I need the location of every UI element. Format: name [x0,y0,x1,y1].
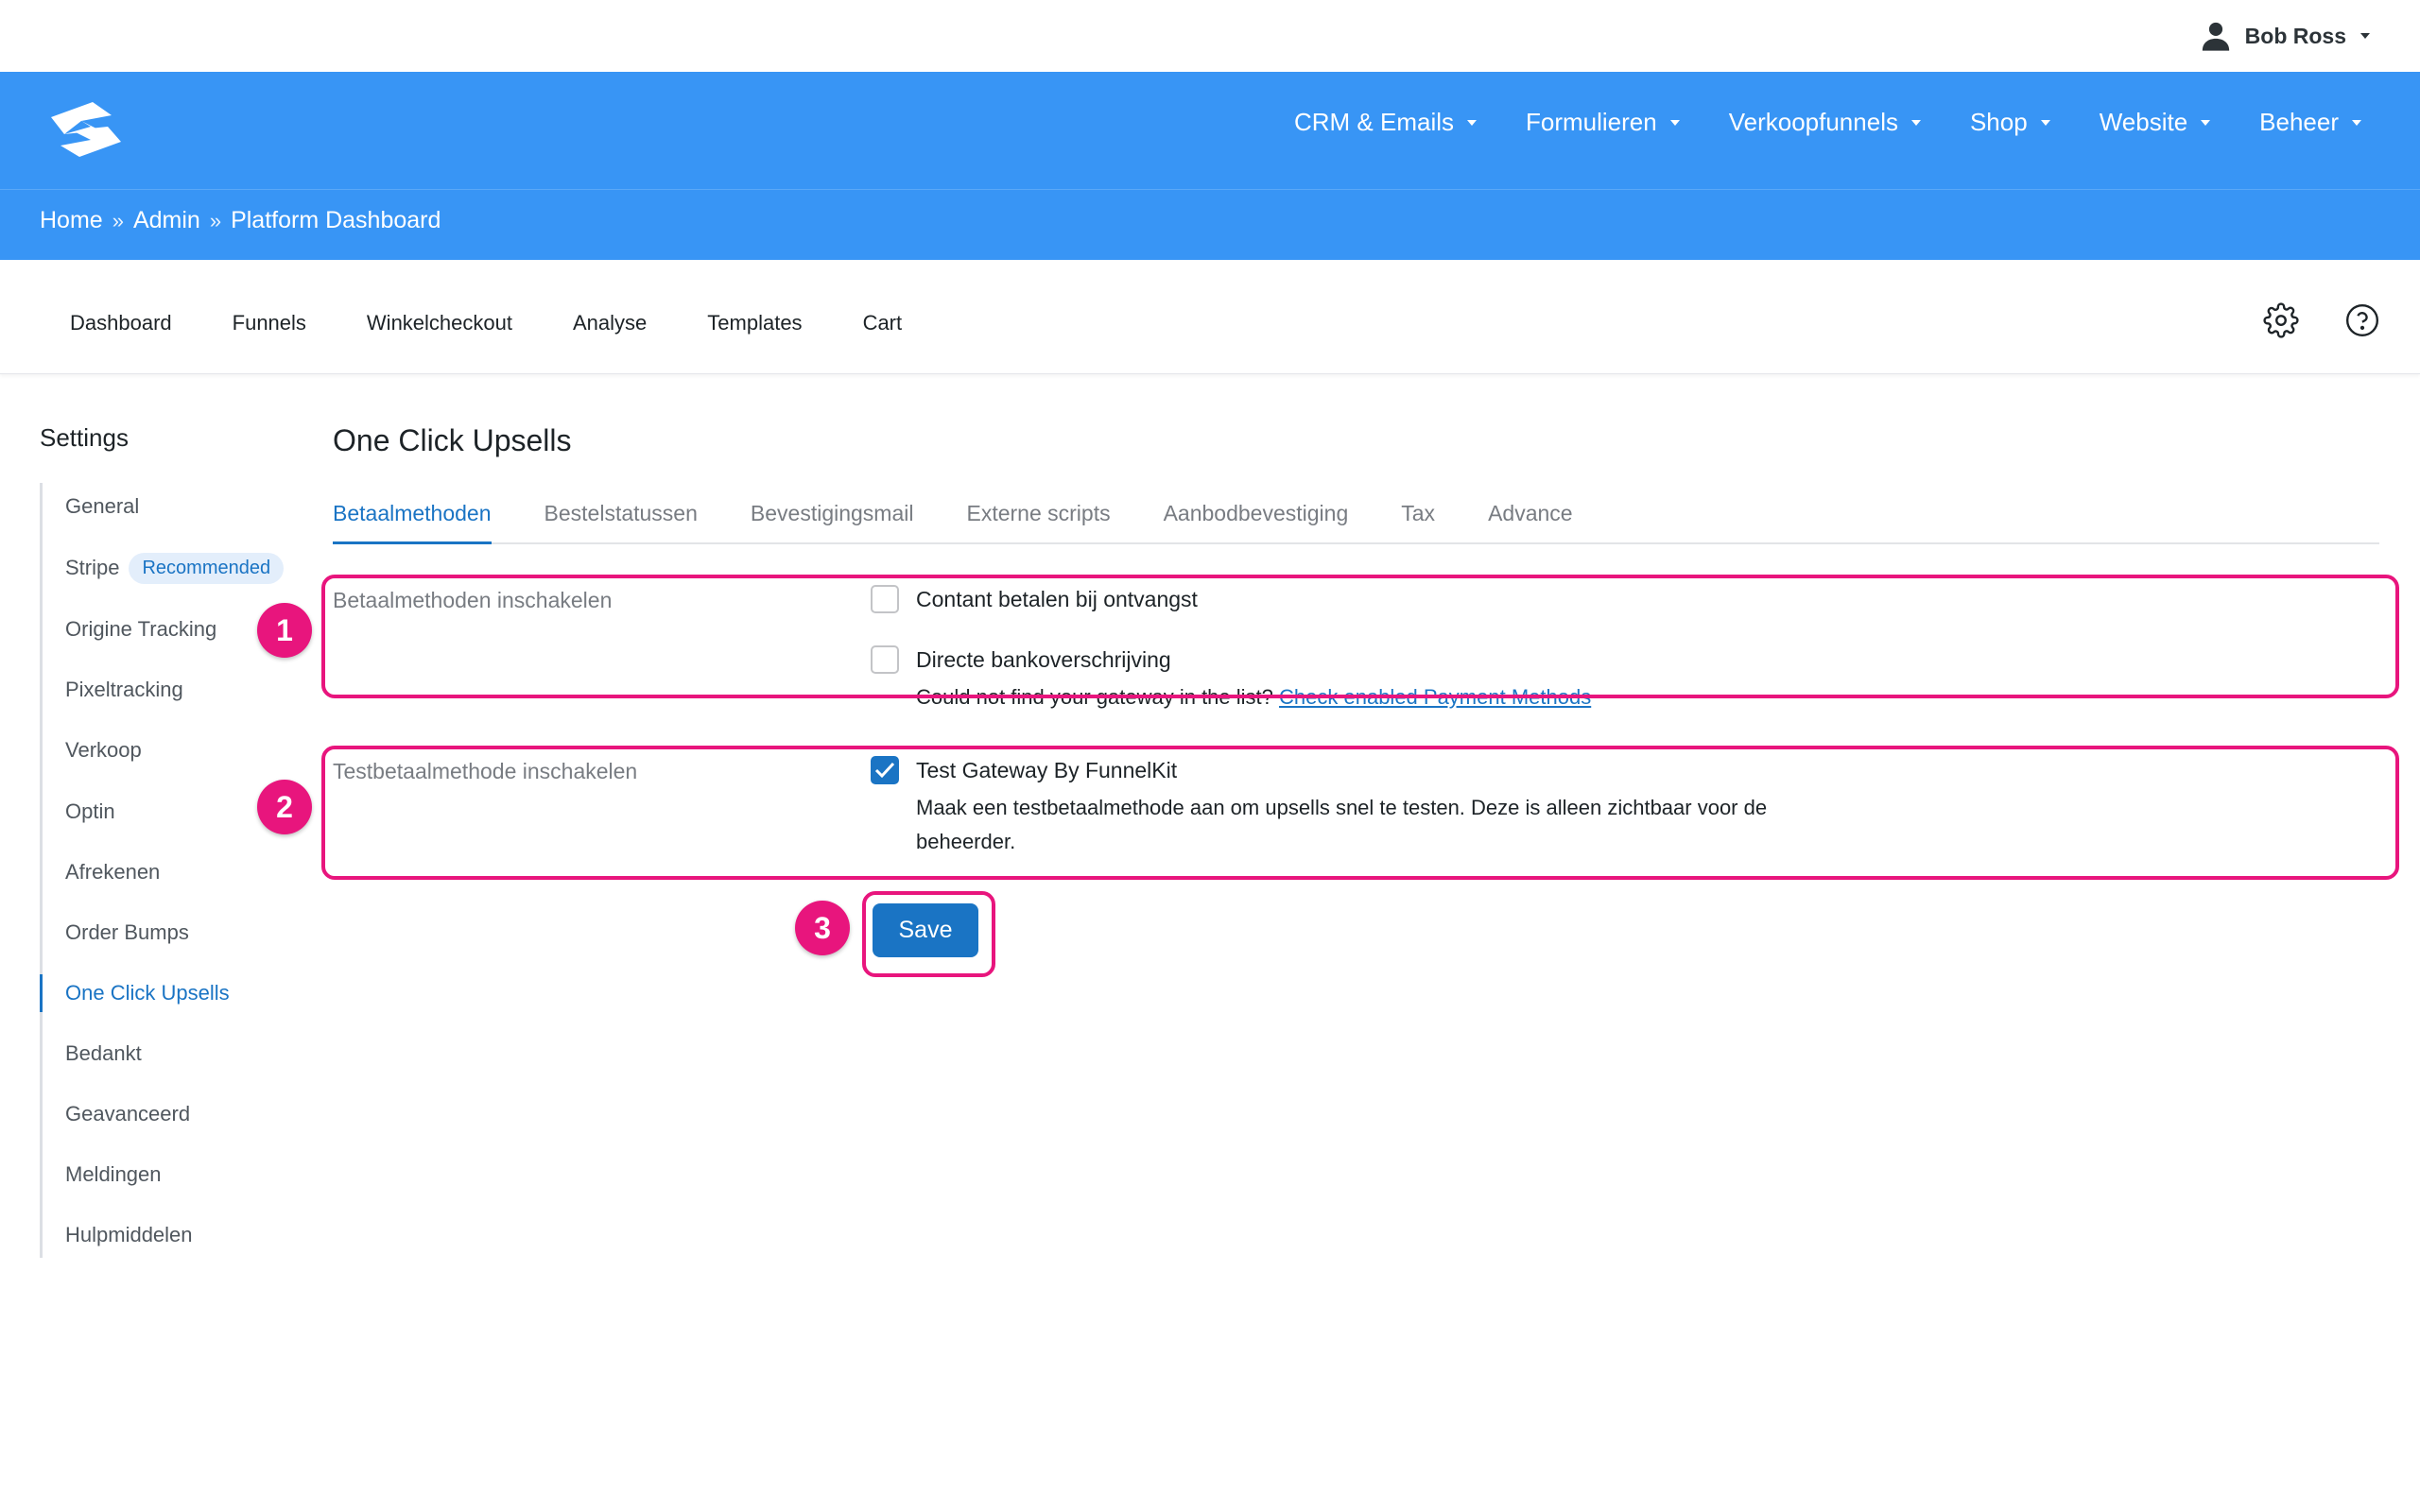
breadcrumb-separator: » [112,208,124,232]
breadcrumb-current: Platform Dashboard [231,207,441,233]
breadcrumb-bar: Home » Admin » Platform Dashboard [0,189,2420,260]
tab-externe-scripts[interactable]: Externe scripts [966,501,1110,544]
sidebar-item-label: Stripe [65,556,120,579]
content-tabs: Betaalmethoden Bestelstatussen Bevestigi… [333,501,2379,544]
sidebar-item-label: Optin [65,799,115,823]
marker-1: 1 [257,603,312,658]
settings-sidebar: General Stripe Recommended Origine Tracki… [40,483,295,1258]
gear-icon[interactable] [2263,302,2299,343]
subnav-cart[interactable]: Cart [863,311,903,335]
sub-nav: Dashboard Funnels Winkelcheckout Analyse… [0,260,2420,374]
tab-advance[interactable]: Advance [1488,501,1573,544]
highlight-box-3 [862,891,995,977]
main-header: CRM & Emails Formulieren Verkoopfunnels … [0,72,2420,189]
sidebar-item-label: Bedankt [65,1041,142,1065]
chevron-down-icon [2352,119,2361,126]
nav-beheer[interactable]: Beheer [2259,108,2361,137]
user-icon [2200,20,2232,52]
sidebar-item-general[interactable]: General [43,488,139,525]
highlight-box-2 [321,746,2399,880]
recommended-badge: Recommended [129,552,285,584]
user-menu[interactable]: Bob Ross [2200,19,2371,53]
sidebar-item-label: Meldingen [65,1162,162,1186]
sidebar-item-bedankt[interactable]: Bedankt [43,1035,142,1073]
nav-shop[interactable]: Shop [1970,108,2050,137]
sidebar-item-label: Afrekenen [65,860,161,884]
chevron-down-icon [2201,119,2211,126]
subnav-dashboard[interactable]: Dashboard [70,311,172,335]
tab-bevestigingsmail[interactable]: Bevestigingsmail [751,501,914,544]
nav-label: Beheer [2259,108,2339,136]
chevron-down-icon [1669,119,1680,126]
sidebar-item-label: One Click Upsells [65,981,230,1005]
sidebar-item-optin[interactable]: Optin [43,793,115,831]
sidebar-item-label: General [65,494,140,518]
subnav-funnels[interactable]: Funnels [233,311,306,335]
page-title: One Click Upsells [333,423,572,457]
main-nav: CRM & Emails Formulieren Verkoopfunnels … [1294,108,2361,137]
subnav-templates[interactable]: Templates [707,311,802,335]
nav-crm-emails[interactable]: CRM & Emails [1294,108,1477,137]
sidebar-item-order-bumps[interactable]: Order Bumps [43,914,189,952]
breadcrumb: Home » Admin » Platform Dashboard [40,207,441,234]
nav-label: Formulieren [1526,108,1657,136]
user-bar: Bob Ross [0,0,2420,72]
sidebar-item-hulpmiddelen[interactable]: Hulpmiddelen [43,1216,193,1254]
breadcrumb-separator: » [209,208,222,232]
user-name: Bob Ross [2244,23,2346,48]
sidebar-item-geavanceerd[interactable]: Geavanceerd [43,1095,190,1133]
marker-2: 2 [257,780,312,834]
chevron-down-icon [1467,119,1477,126]
settings-title: Settings [40,423,129,452]
tab-betaalmethoden[interactable]: Betaalmethoden [333,501,492,544]
nav-formulieren[interactable]: Formulieren [1526,108,1680,137]
sidebar-item-label: Order Bumps [65,920,189,944]
breadcrumb-admin[interactable]: Admin [133,207,200,234]
help-icon[interactable] [2344,302,2380,343]
sidebar-item-label: Verkoop [65,738,142,762]
nav-website[interactable]: Website [2099,108,2211,137]
sidebar-item-label: Origine Tracking [65,617,217,641]
sidebar-item-pixeltracking[interactable]: Pixeltracking [43,671,183,709]
tab-bestelstatussen[interactable]: Bestelstatussen [544,501,698,544]
sidebar-item-stripe[interactable]: Stripe Recommended [43,549,285,587]
tab-aanbodbevestiging[interactable]: Aanbodbevestiging [1164,501,1349,544]
tab-tax[interactable]: Tax [1401,501,1435,544]
nav-label: Verkoopfunnels [1728,108,1898,136]
nav-label: Shop [1969,108,2028,136]
marker-3: 3 [795,901,850,955]
sidebar-item-verkoop[interactable]: Verkoop [43,731,142,769]
nav-verkoopfunnels[interactable]: Verkoopfunnels [1729,108,1921,137]
chevron-down-icon [2040,119,2050,126]
funnelkit-logo[interactable] [43,98,129,163]
sidebar-item-label: Geavanceerd [65,1102,191,1125]
subnav-winkelcheckout[interactable]: Winkelcheckout [367,311,512,335]
subnav-analyse[interactable]: Analyse [573,311,647,335]
sidebar-item-one-click-upsells[interactable]: One Click Upsells [40,974,230,1012]
highlight-box-1 [321,575,2399,698]
nav-label: Website [2099,108,2188,136]
nav-label: CRM & Emails [1293,108,1454,136]
sidebar-item-meldingen[interactable]: Meldingen [43,1156,162,1194]
chevron-down-icon [1910,119,1921,126]
sidebar-item-label: Pixeltracking [65,678,183,701]
breadcrumb-home[interactable]: Home [40,207,103,234]
sidebar-item-label: Hulpmiddelen [65,1223,193,1246]
sidebar-item-origine-tracking[interactable]: Origine Tracking [43,610,216,648]
sidebar-item-afrekenen[interactable]: Afrekenen [43,853,160,891]
chevron-down-icon [2360,32,2371,40]
